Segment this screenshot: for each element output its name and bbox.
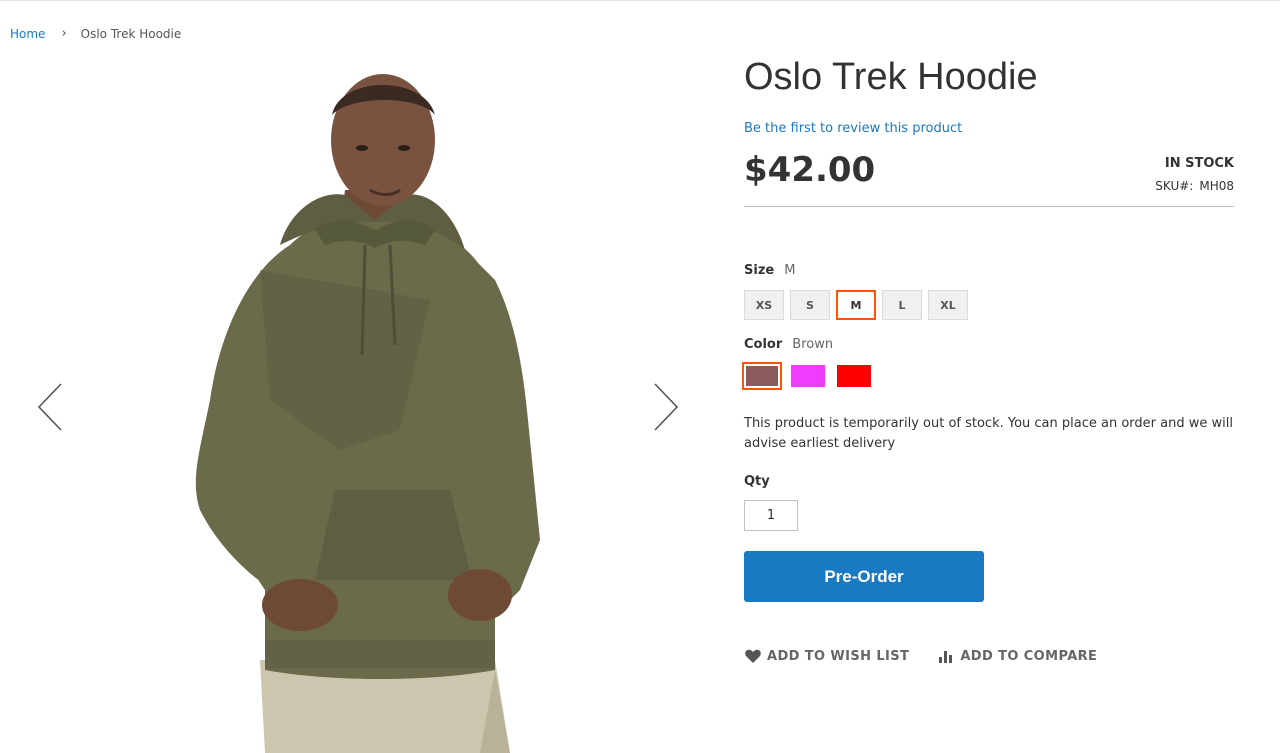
size-swatch-xs[interactable]: XS (744, 290, 784, 320)
top-border (0, 0, 1280, 1)
color-swatch-purple[interactable] (790, 364, 826, 388)
size-option-label: Size M (744, 263, 795, 278)
size-swatch-s[interactable]: S (790, 290, 830, 320)
sku-value: MH08 (1199, 179, 1234, 193)
chevron-right-icon (654, 383, 679, 431)
color-selected-value: Brown (792, 337, 834, 352)
review-link[interactable]: Be the first to review this product (744, 121, 962, 136)
sku-label: SKU#: (1155, 179, 1194, 193)
stock-status: In stock (1164, 156, 1234, 171)
breadcrumb-current: Oslo Trek Hoodie (80, 26, 182, 41)
product-gallery (0, 60, 720, 753)
qty-input[interactable] (744, 500, 798, 531)
chevron-left-icon (37, 383, 62, 431)
color-swatch-brown[interactable] (742, 362, 782, 390)
color-swatch-red[interactable] (836, 364, 872, 388)
compare-bars-icon (939, 651, 953, 663)
page-title: Oslo Trek Hoodie (744, 56, 1038, 98)
size-label-text: Size (744, 263, 775, 278)
heart-icon (745, 649, 761, 663)
gallery-next-button[interactable] (650, 382, 680, 432)
wishlist-label: Add to Wish List (767, 648, 910, 664)
size-swatch-group: XS S M L XL (744, 290, 974, 320)
breadcrumb: Home › Oslo Trek Hoodie (10, 26, 181, 41)
preorder-button[interactable]: Pre-Order (744, 551, 984, 602)
color-label-text: Color (744, 337, 783, 352)
product-sku: SKU#: MH08 (1155, 179, 1234, 193)
breadcrumb-separator: › (61, 26, 67, 41)
size-swatch-l[interactable]: L (882, 290, 922, 320)
size-selected-value: M (784, 263, 796, 278)
add-to-compare-link[interactable]: Add to Compare (937, 647, 1097, 665)
product-social-actions: Add to Wish List Add to Compare (744, 647, 1097, 665)
color-swatch-group (742, 362, 882, 390)
compare-label: Add to Compare (960, 648, 1098, 664)
size-swatch-m[interactable]: M (836, 290, 876, 320)
size-swatch-xl[interactable]: XL (928, 290, 968, 320)
add-to-wishlist-link[interactable]: Add to Wish List (744, 647, 909, 665)
gallery-prev-button[interactable] (36, 382, 66, 432)
out-of-stock-message: This product is temporarily out of stock… (744, 416, 1233, 451)
product-image (195, 74, 540, 753)
price-divider (744, 206, 1234, 207)
breadcrumb-home-link[interactable]: Home (10, 27, 45, 41)
product-price: $42.00 (744, 150, 876, 190)
qty-label: Qty (744, 474, 770, 489)
color-option-label: Color Brown (744, 337, 833, 352)
